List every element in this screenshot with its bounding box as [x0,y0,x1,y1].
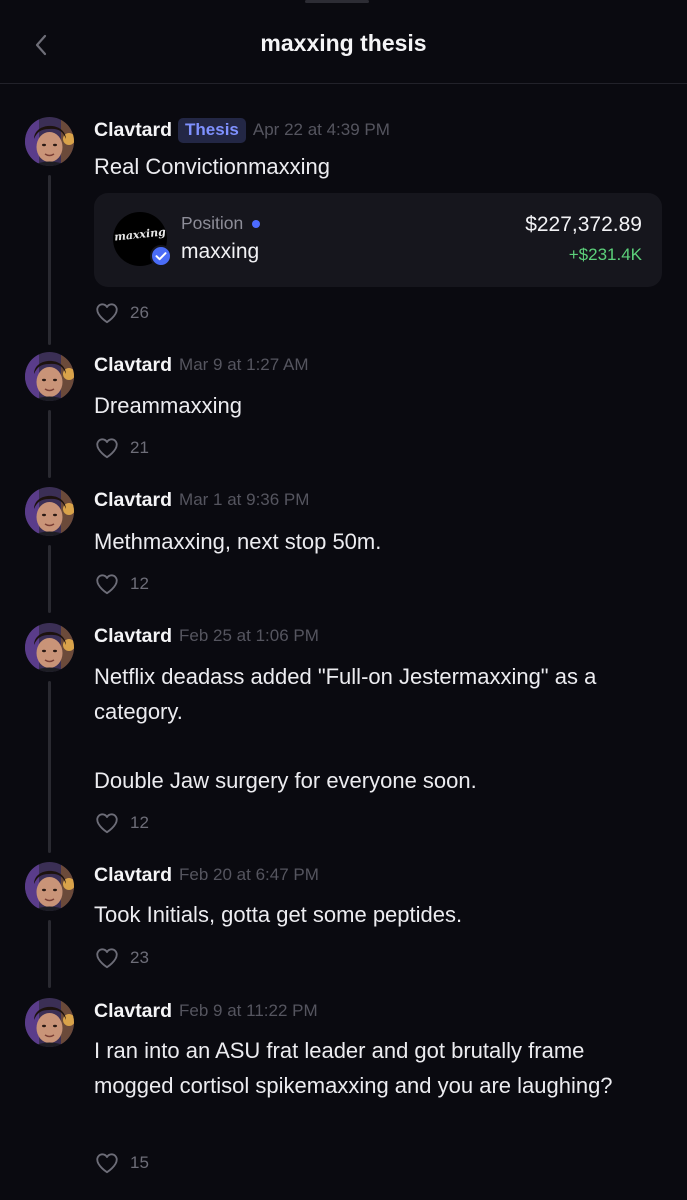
post-meta: Clavtard Feb 9 at 11:22 PM [94,998,318,1024]
like-button[interactable]: 15 [94,1150,149,1176]
heart-icon [94,571,120,597]
thread-line [48,175,51,345]
timestamp: Feb 20 at 6:47 PM [179,865,319,884]
page-title: maxxing thesis [260,30,427,56]
avatar[interactable] [25,117,74,166]
author-name[interactable]: Clavtard [94,354,172,377]
heart-icon [94,1150,120,1176]
post-text: Dreammaxxing [94,393,242,418]
timestamp: Apr 22 at 4:39 PM [252,120,390,139]
post-meta: Clavtard Mar 9 at 1:27 AM [94,352,308,378]
avatar[interactable] [25,998,74,1047]
position-change: +$231.4K [568,245,642,264]
timestamp: Mar 1 at 9:36 PM [179,490,310,509]
heart-icon [94,945,120,971]
author-name[interactable]: Clavtard [94,625,172,648]
timestamp: Feb 25 at 1:06 PM [179,626,319,645]
post-text: Real Convictionmaxxing [94,154,330,179]
avatar[interactable] [25,623,74,672]
thread-line [48,545,51,613]
position-label: Position [181,213,261,234]
post-meta: Clavtard Thesis Apr 22 at 4:39 PM [94,117,390,143]
post-meta: Clavtard Feb 25 at 1:06 PM [94,623,319,649]
author-name[interactable]: Clavtard [94,119,172,142]
token-name: maxxing [181,240,260,263]
post-text: I ran into an ASU frat leader and got br… [94,1038,613,1098]
position-card[interactable]: maxxing Position maxxing $227,372.89 +$2… [94,193,662,287]
post-meta: Clavtard Mar 1 at 9:36 PM [94,487,309,513]
heart-icon [94,435,120,461]
thread-line [48,410,51,478]
post-text: Netflix deadass added "Full-on Jestermax… [94,664,597,793]
thread-line [48,681,51,853]
post-text: Took Initials, gotta get some peptides. [94,902,463,927]
thesis-badge: Thesis [178,117,246,143]
avatar[interactable] [25,352,74,401]
avatar[interactable] [25,862,74,911]
like-count: 12 [130,813,149,832]
timestamp: Mar 9 at 1:27 AM [179,355,309,374]
position-label-text: Position [181,213,244,233]
like-count: 26 [130,303,149,322]
like-button[interactable]: 26 [94,300,149,326]
like-count: 15 [130,1153,149,1172]
like-button[interactable]: 12 [94,810,149,836]
heart-icon [94,300,120,326]
post-text: Methmaxxing, next stop 50m. [94,529,382,554]
position-value: $227,372.89 [525,213,642,236]
like-count: 23 [130,948,149,967]
like-button[interactable]: 21 [94,435,149,461]
token-logo-text: maxxing [113,225,167,244]
post-meta: Clavtard Feb 20 at 6:47 PM [94,862,319,888]
header: maxxing thesis [0,0,687,84]
author-name[interactable]: Clavtard [94,864,172,887]
verified-check-icon [150,245,172,267]
timestamp: Feb 9 at 11:22 PM [179,1001,318,1020]
live-dot-icon [252,219,261,228]
thread-line [48,920,51,988]
avatar[interactable] [25,487,74,536]
like-button[interactable]: 12 [94,571,149,597]
author-name[interactable]: Clavtard [94,1000,172,1023]
like-count: 12 [130,574,149,593]
heart-icon [94,810,120,836]
like-button[interactable]: 23 [94,945,149,971]
like-count: 21 [130,438,149,457]
author-name[interactable]: Clavtard [94,489,172,512]
